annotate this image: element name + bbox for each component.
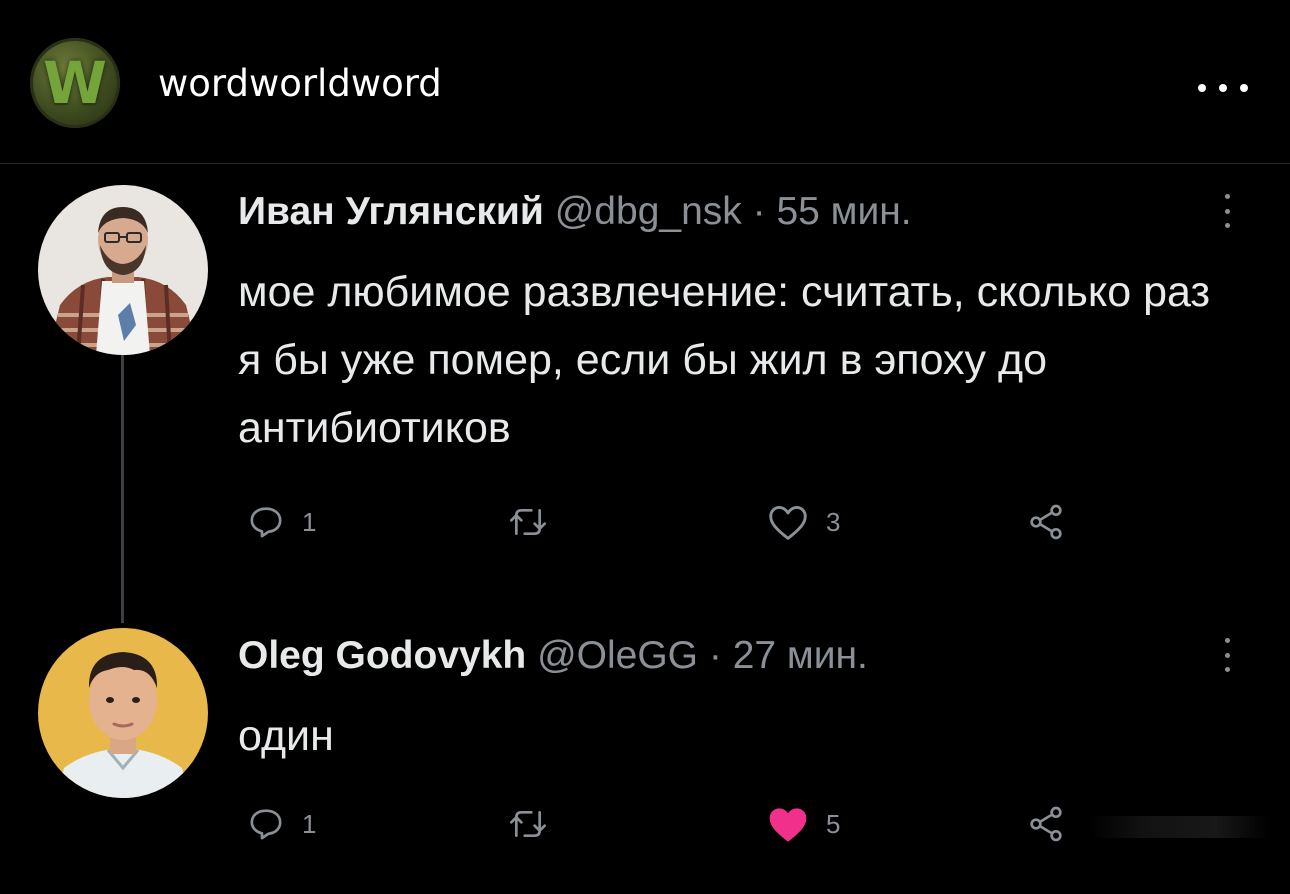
like-button[interactable]: 3 — [766, 502, 840, 542]
heart-outline-icon — [769, 506, 807, 540]
share-button[interactable] — [1026, 804, 1066, 844]
tweet-separator: · — [708, 634, 722, 677]
tweet-actions: 1 5 — [238, 804, 1138, 848]
account-avatar[interactable]: W — [30, 38, 120, 128]
heart-filled-icon — [769, 808, 807, 842]
retweet-icon — [510, 811, 546, 837]
share-icon — [1030, 504, 1062, 540]
menu-dot — [1224, 194, 1230, 199]
like-button[interactable]: 5 — [766, 804, 840, 844]
tweet-header: Oleg Godovykh @OleGG · 27 мин. — [238, 634, 868, 678]
retweet-button[interactable] — [506, 502, 566, 542]
tweet-separator: · — [752, 190, 766, 233]
account-logo-letter: W — [43, 49, 107, 117]
tweet-text: мое любимое развлечение: считать, скольк… — [238, 268, 1211, 452]
share-icon — [1030, 806, 1062, 842]
tweet-timestamp[interactable]: 27 мин. — [733, 634, 868, 677]
like-count: 3 — [826, 506, 841, 537]
avatar-photo-man-glasses — [38, 185, 208, 355]
like-count: 5 — [826, 808, 841, 839]
tweet-timestamp[interactable]: 55 мин. — [776, 190, 911, 233]
reply-icon — [250, 507, 282, 538]
tweet-author-avatar[interactable] — [38, 185, 208, 355]
reply-button[interactable]: 1 — [246, 804, 316, 844]
reply-icon — [250, 809, 282, 840]
tweet-actions: 1 3 — [238, 502, 1138, 546]
retweet-icon — [510, 509, 546, 535]
reply-button[interactable]: 1 — [246, 502, 316, 542]
tweet-more-icon[interactable] — [1222, 194, 1232, 228]
menu-dot — [1224, 208, 1230, 214]
share-button[interactable] — [1026, 502, 1066, 542]
post-header: W wordworldword — [0, 0, 1290, 164]
more-dot — [1198, 84, 1206, 92]
tweet-author-avatar[interactable] — [38, 628, 208, 798]
menu-dot — [1224, 667, 1230, 672]
blurred-watermark — [1090, 816, 1270, 838]
tweet-header: Иван Углянский @dbg_nsk · 55 мин. — [238, 190, 912, 234]
tweet-author-handle[interactable]: @dbg_nsk — [555, 190, 742, 233]
reply-count: 1 — [302, 506, 317, 537]
tweet-author-handle[interactable]: @OleGG — [537, 634, 698, 677]
thread-connector-line — [121, 355, 124, 623]
account-name[interactable]: wordworldword — [158, 62, 442, 105]
reply-count: 1 — [302, 808, 317, 839]
more-dot — [1240, 84, 1248, 92]
tweet-more-icon[interactable] — [1222, 638, 1232, 672]
tweet-text: один — [238, 712, 334, 760]
tweet-author-name[interactable]: Oleg Godovykh — [238, 634, 526, 677]
tweet-author-name[interactable]: Иван Углянский — [238, 190, 544, 233]
menu-dot — [1224, 652, 1230, 658]
more-dot — [1219, 84, 1227, 92]
avatar-photo-young-man — [38, 628, 208, 798]
more-options-icon[interactable] — [1198, 78, 1248, 98]
menu-dot — [1224, 638, 1230, 643]
menu-dot — [1224, 223, 1230, 228]
retweet-button[interactable] — [506, 804, 566, 844]
